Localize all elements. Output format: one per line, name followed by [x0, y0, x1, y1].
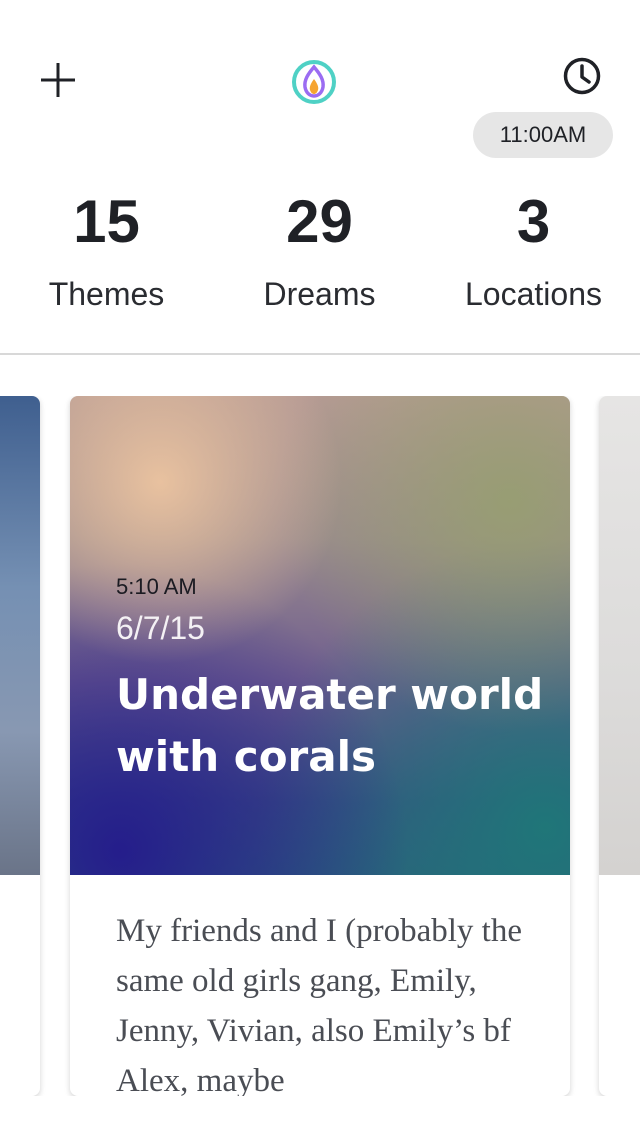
dream-card[interactable]: 5:10 AM 6/7/15 Underwater world with cor…: [70, 396, 570, 1096]
clock-button[interactable]: [558, 52, 606, 100]
dream-card-next-image: [599, 396, 640, 875]
stats-bar: 15 Themes 29 Dreams 3 Locations: [0, 180, 640, 330]
dream-carousel[interactable]: 5:10 AM 6/7/15 Underwater world with cor…: [0, 396, 640, 1096]
add-button[interactable]: [34, 56, 82, 104]
stat-locations[interactable]: 3 Locations: [427, 180, 640, 324]
dream-card-previous[interactable]: [0, 396, 40, 1096]
time-badge[interactable]: 11:00AM: [473, 112, 613, 158]
stat-dreams-value: 29: [286, 188, 353, 255]
stat-dreams[interactable]: 29 Dreams: [213, 180, 426, 324]
plus-icon: [41, 63, 75, 97]
stat-locations-label: Locations: [465, 276, 602, 312]
stat-themes-value: 15: [73, 188, 140, 255]
stat-locations-value: 3: [516, 188, 551, 255]
dream-card-title: Underwater world with corals: [116, 670, 544, 781]
stat-themes-label: Themes: [48, 276, 165, 312]
header-divider: [0, 353, 640, 355]
dream-card-previous-image: [0, 396, 40, 875]
dream-card-date: 6/7/15: [116, 610, 205, 646]
app-logo: [290, 58, 338, 106]
flame-logo-icon: [292, 60, 336, 104]
clock-icon: [563, 57, 601, 95]
dream-card-body: My friends and I (probably the same old …: [116, 913, 522, 1096]
dream-card-image: 5:10 AM 6/7/15 Underwater world with cor…: [70, 396, 570, 875]
header: 11:00AM: [0, 0, 640, 170]
stat-dreams-label: Dreams: [263, 276, 376, 312]
stat-themes[interactable]: 15 Themes: [0, 180, 213, 324]
dream-card-next[interactable]: [599, 396, 640, 1096]
dream-card-time: 5:10 AM: [116, 574, 197, 599]
time-badge-label: 11:00AM: [499, 122, 587, 147]
